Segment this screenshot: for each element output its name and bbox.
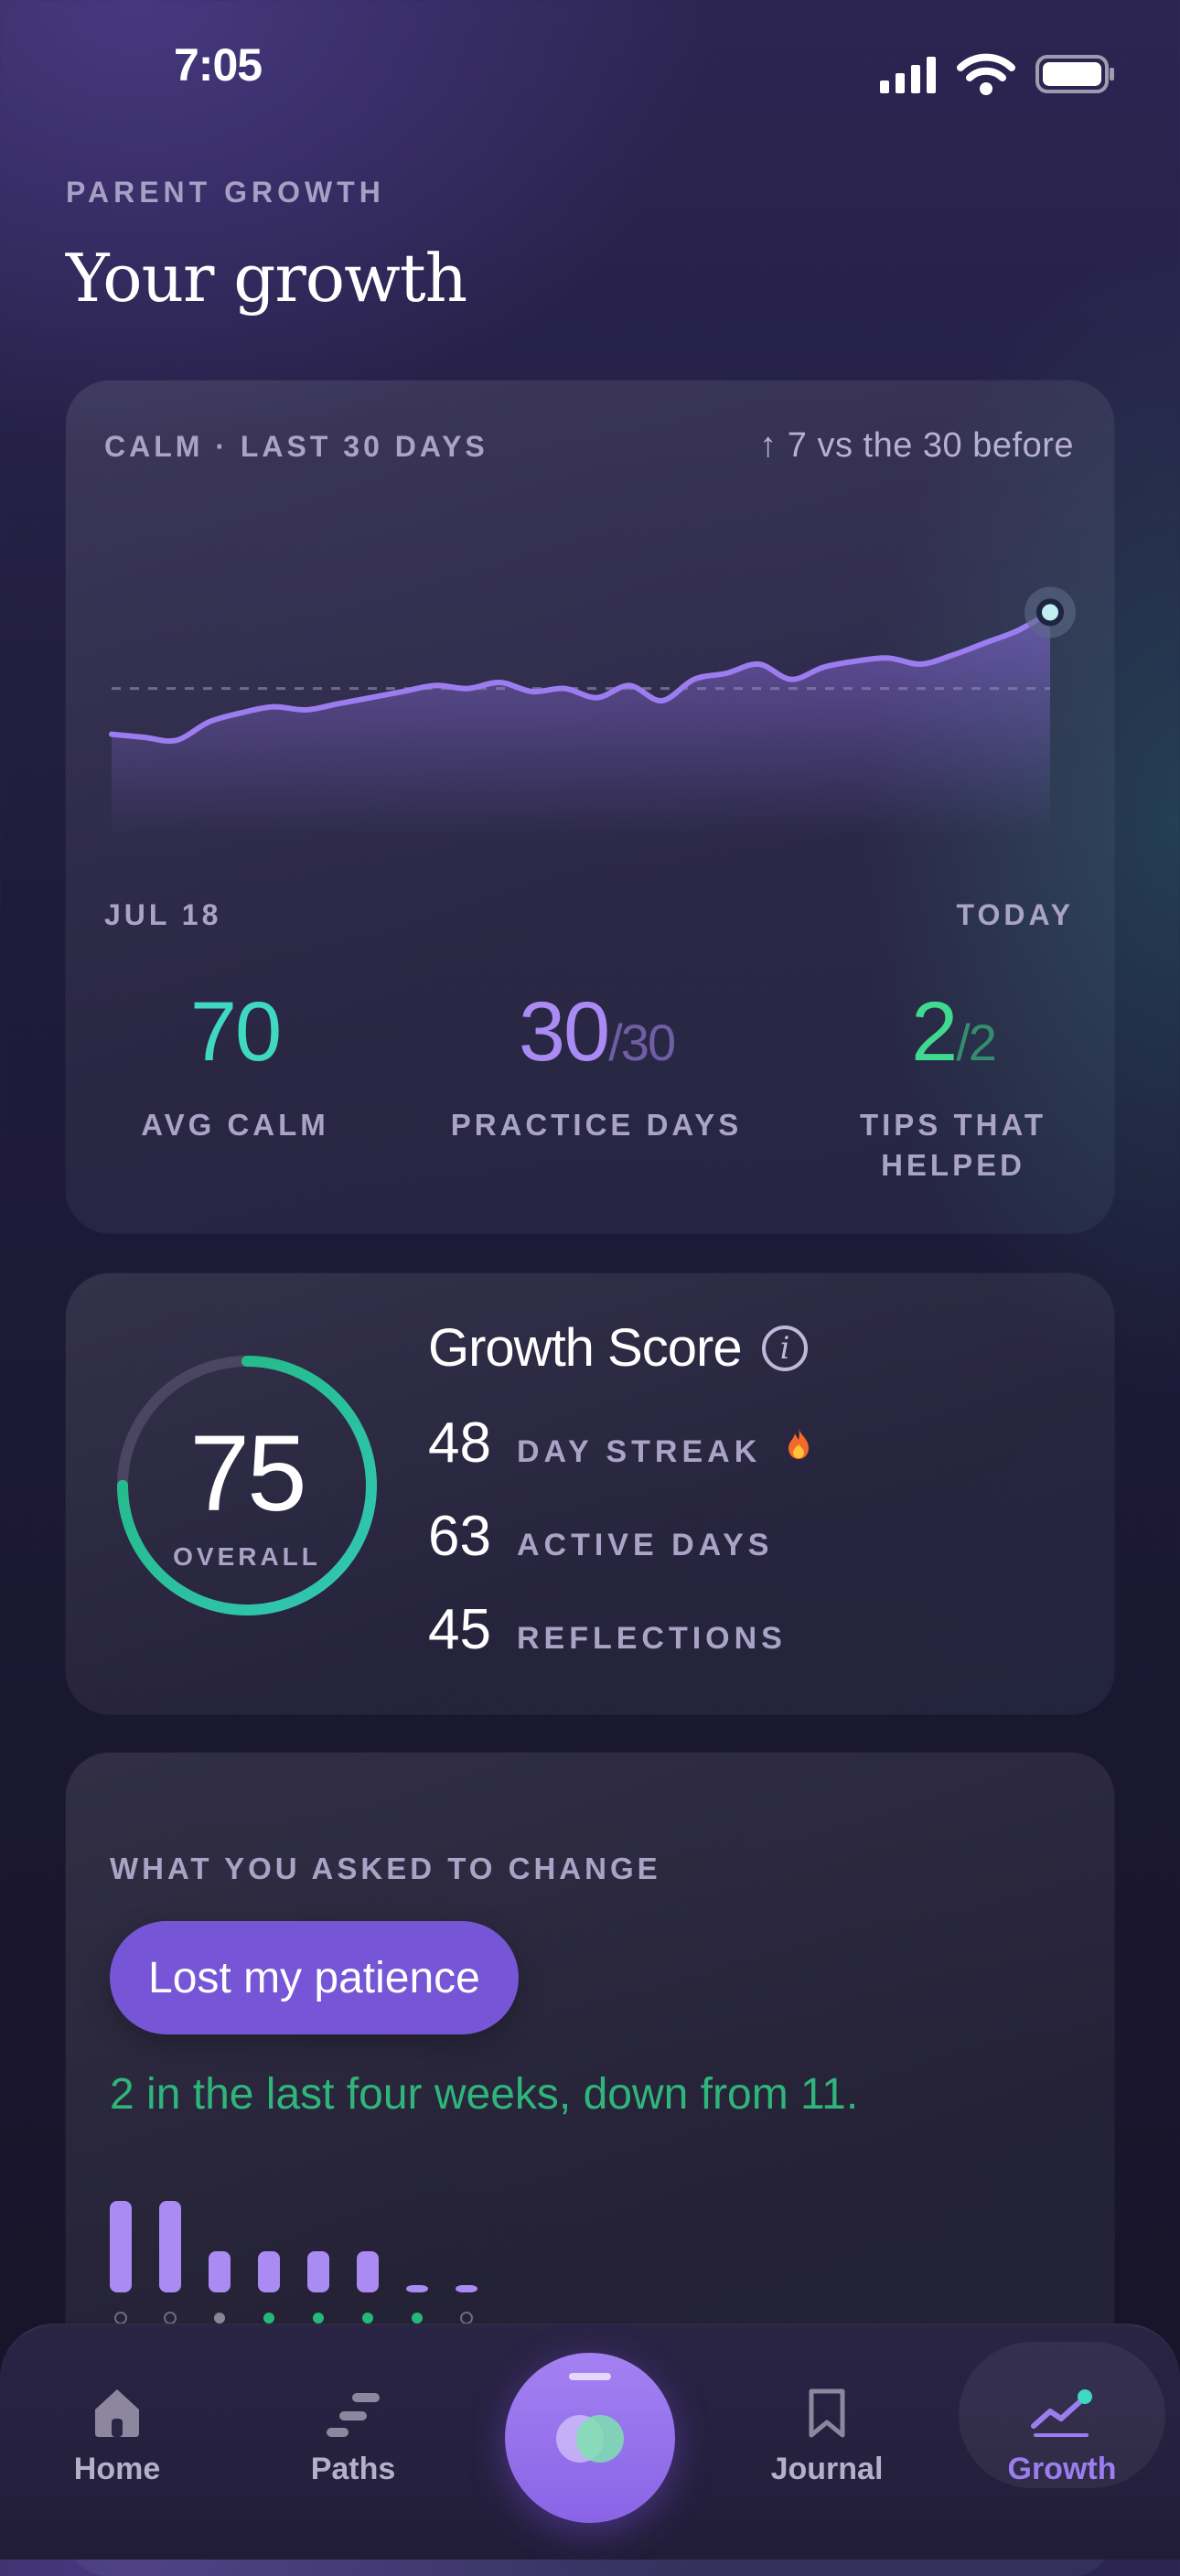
stat-denominator: /30 [608,1014,676,1071]
stat-value: 30 [518,985,610,1079]
week-dot [362,2313,373,2324]
change-topic-pill[interactable]: Lost my patience [110,1921,519,2034]
stat-practice-days: 30/30 PRACTICE DAYS [423,990,770,1145]
row-label: ACTIVE DAYS [516,1528,774,1562]
overall-score-label: OVERALL [173,1542,321,1571]
week-bar [406,2285,428,2292]
growth-score-title: Growth Score i [428,1317,808,1379]
battery-icon [1035,55,1114,93]
nav-label: Journal [770,2452,884,2486]
week-bar [456,2285,477,2292]
week-bar [357,2251,379,2292]
nav-label: Growth [1007,2452,1117,2486]
week-dot [114,2312,127,2324]
nav-journal[interactable]: Journal [735,2377,918,2487]
overall-score-value: 75 [189,1413,306,1534]
weekly-bars [110,2201,477,2324]
stat-denominator: /2 [956,1014,997,1071]
status-icons [880,53,1116,95]
row-label: DAY STREAK [516,1434,762,1469]
nav-growth[interactable]: Growth [971,2377,1153,2487]
chart-end-date: TODAY [956,898,1074,931]
week-bar [159,2201,181,2292]
week-bar [258,2251,280,2292]
stat-row-streak: 48 DAY STREAK [428,1411,810,1476]
bottom-nav: Home Paths Journal Growth [0,2324,1180,2560]
stat-avg-calm: 70 AVG CALM [102,990,368,1145]
week-dot [313,2313,324,2324]
row-value: 45 [428,1598,491,1661]
center-breathe-button[interactable] [505,2353,675,2523]
row-label: REFLECTIONS [516,1621,787,1656]
week-bar [209,2251,231,2292]
stat-label: PRACTICE DAYS [450,1108,743,1142]
page-title: Your growth [66,240,467,317]
week-dot [164,2312,177,2324]
change-card-label: WHAT YOU ASKED TO CHANGE [110,1852,661,1885]
chart-area [112,612,1050,838]
stat-value: 70 [189,985,282,1079]
calm-chart-card[interactable]: CALM · LAST 30 DAYS ↑ 7 vs the 30 before… [66,381,1114,1233]
overall-score-ring: 75 OVERALL [113,1352,381,1619]
paths-icon [327,2393,380,2437]
week-bar [110,2201,132,2292]
cellular-signal-icon [880,57,936,93]
fab-handle [569,2373,611,2380]
change-summary: 2 in the last four weeks, down from 11. [110,2070,859,2119]
stat-tips-helped: 2/2 TIPS THAT HELPED [816,990,1090,1186]
row-value: 48 [428,1411,491,1475]
nav-label: Paths [310,2452,396,2486]
breathe-icon [556,2415,624,2463]
calm-line-chart [109,586,1076,838]
nav-home[interactable]: Home [26,2377,209,2487]
wifi-icon [957,53,1015,95]
status-time: 7:05 [174,39,263,91]
row-value: 63 [428,1505,491,1568]
stat-value: 2 [911,985,958,1079]
calm-trend: ↑ 7 vs the 30 before [759,426,1074,465]
week-dot [412,2313,423,2324]
week-dot [214,2313,225,2324]
chart-start-date: JUL 18 [104,898,222,931]
growth-score-title-text: Growth Score [428,1318,743,1378]
week-dot [460,2312,473,2324]
page-eyebrow: PARENT GROWTH [66,176,385,209]
stat-label: AVG CALM [141,1108,329,1142]
flame-icon [788,1427,810,1459]
nav-paths[interactable]: Paths [262,2377,445,2487]
growth-chart-icon [1031,2389,1092,2437]
home-icon [95,2389,139,2437]
week-dot [263,2313,274,2324]
chart-endpoint-dot [1036,598,1064,627]
stat-label: TIPS THAT HELPED [859,1108,1047,1182]
stat-row-reflections: 45 REFLECTIONS [428,1597,787,1662]
bookmark-icon [809,2388,845,2438]
info-icon[interactable]: i [761,1325,808,1371]
stat-row-active-days: 63 ACTIVE DAYS [428,1504,773,1569]
calm-chart-label: CALM · LAST 30 DAYS [104,430,488,463]
growth-score-card[interactable]: 75 OVERALL Growth Score i 48 DAY STREAK … [66,1273,1114,1714]
week-bar [307,2251,329,2292]
nav-label: Home [73,2452,161,2486]
